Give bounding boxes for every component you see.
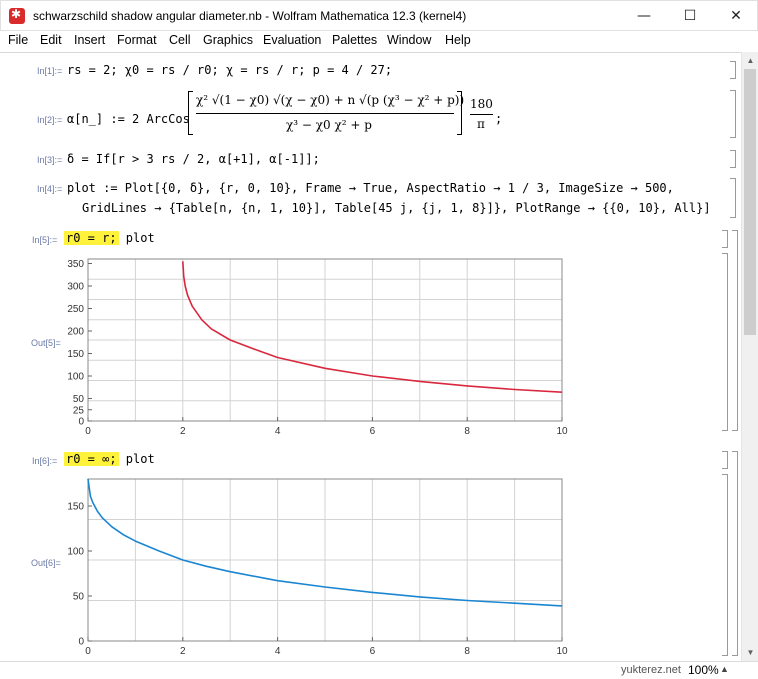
x-tick-label: 8	[464, 646, 470, 657]
scroll-down-arrow-icon[interactable]: ▼	[742, 644, 758, 661]
x-tick-label: 4	[275, 426, 281, 437]
title-bar: schwarzschild shadow angular diameter.nb…	[0, 0, 758, 31]
in2-label: In[2]:=	[37, 115, 63, 125]
menu-help[interactable]: Help	[445, 33, 471, 47]
scroll-thumb[interactable]	[744, 69, 756, 335]
x-tick-label: 2	[180, 646, 186, 657]
y-tick-label: 250	[67, 304, 84, 315]
menu-window[interactable]: Window	[387, 33, 431, 47]
y-tick-label: 150	[67, 349, 84, 360]
cell-bracket[interactable]	[730, 90, 736, 138]
x-tick-label: 0	[85, 426, 91, 437]
in2-lhs[interactable]: α[n_] := 2 ArcCos	[67, 112, 190, 126]
y-tick-label: 50	[73, 592, 85, 603]
cell-bracket[interactable]	[730, 61, 736, 79]
in4-line2[interactable]: GridLines → {Table[n, {n, 1, 10}], Table…	[82, 201, 711, 215]
in6-code[interactable]: r0 = ∞; plot	[64, 452, 155, 466]
in4-label: In[4]:=	[37, 184, 63, 194]
cell-bracket[interactable]	[730, 150, 736, 168]
close-button[interactable]: ✕	[713, 1, 758, 31]
plot-out5[interactable]: 02550 100 150 200 250 300 350 0 2 4 6 8 10	[60, 253, 580, 438]
menu-bar: File Edit Insert Format Cell Graphics Ev…	[0, 31, 758, 52]
in6-rest: plot	[118, 452, 155, 466]
menu-graphics[interactable]: Graphics	[203, 33, 253, 47]
vertical-scrollbar[interactable]: ▲ ▼	[741, 52, 758, 661]
y-tick-label: 100	[67, 372, 84, 383]
in3-label: In[3]:=	[37, 155, 63, 165]
y-tick-label: 200	[67, 327, 84, 338]
cell-bracket[interactable]	[730, 178, 736, 218]
y-tick-label: 25	[73, 405, 85, 416]
y-tick-label: 0	[78, 637, 84, 648]
group-bracket[interactable]	[732, 230, 738, 431]
out5-label: Out[5]=	[31, 338, 61, 348]
in2-right-bracket	[457, 91, 462, 135]
y-tick-label: 100	[67, 547, 84, 558]
in5-rest: plot	[118, 231, 155, 245]
cell-bracket[interactable]	[722, 451, 728, 469]
group-bracket[interactable]	[732, 451, 738, 656]
in5-highlight: r0 = r;	[64, 231, 119, 245]
notebook[interactable]: In[1]:= rs = 2; χ0 = rs / r0; χ = rs / r…	[0, 52, 741, 661]
in1-code[interactable]: rs = 2; χ0 = rs / r0; χ = rs / r; p = 4 …	[67, 63, 392, 77]
menu-cell[interactable]: Cell	[169, 33, 191, 47]
menu-insert[interactable]: Insert	[74, 33, 105, 47]
status-bar: yukterez.net 100% ▲	[0, 661, 758, 679]
x-tick-label: 4	[275, 646, 281, 657]
plot-out6[interactable]: 0 50 100 150 0 2 4 6 8 10	[60, 473, 580, 658]
in2-factor-numerator: 180	[470, 97, 493, 111]
factor-fraction-line	[470, 114, 493, 115]
y-tick-label: 150	[67, 502, 84, 513]
x-tick-label: 6	[370, 646, 376, 657]
menu-format[interactable]: Format	[117, 33, 157, 47]
in1-label: In[1]:=	[37, 66, 63, 76]
mathematica-icon	[9, 7, 25, 24]
in2-factor-denominator: π	[477, 117, 485, 131]
maximize-button[interactable]: ☐	[667, 1, 713, 31]
cell-bracket[interactable]	[722, 253, 728, 431]
in5-code[interactable]: r0 = r; plot	[64, 231, 155, 245]
in2-numerator: χ² √(1 − χ0) √(χ − χ0) + n √(p (χ³ − χ² …	[196, 93, 465, 107]
x-tick-label: 8	[464, 426, 470, 437]
y-tick-label: 50	[73, 394, 85, 405]
x-tick-label: 6	[370, 426, 376, 437]
in3-code[interactable]: δ = If[r > 3 rs / 2, α[+1], α[-1]];	[67, 152, 320, 166]
in2-semicolon: ;	[495, 112, 503, 126]
watermark: yukterez.net	[621, 664, 681, 676]
x-tick-label: 10	[556, 426, 568, 437]
out6-label: Out[6]=	[31, 558, 61, 568]
zoom-menu-icon[interactable]: ▲	[720, 664, 729, 674]
x-tick-label: 2	[180, 426, 186, 437]
in6-highlight: r0 = ∞;	[64, 452, 119, 466]
cell-bracket[interactable]	[722, 230, 728, 248]
in6-label: In[6]:=	[32, 456, 58, 466]
window-title: schwarzschild shadow angular diameter.nb…	[33, 9, 467, 23]
fraction-line	[196, 113, 454, 114]
menu-edit[interactable]: Edit	[40, 33, 62, 47]
x-tick-label: 10	[556, 646, 568, 657]
in2-denominator: χ³ − χ0 χ² + p	[286, 118, 372, 132]
in4-line1[interactable]: plot := Plot[{0, δ}, {r, 0, 10}, Frame →…	[67, 181, 674, 195]
menu-palettes[interactable]: Palettes	[332, 33, 377, 47]
scroll-up-arrow-icon[interactable]: ▲	[742, 52, 758, 69]
zoom-level[interactable]: 100%	[688, 663, 719, 677]
y-tick-label: 0	[78, 417, 84, 428]
in2-left-bracket	[188, 91, 193, 135]
y-tick-label: 350	[67, 259, 84, 270]
minimize-button[interactable]: —	[621, 1, 667, 31]
menu-file[interactable]: File	[8, 33, 28, 47]
menu-evaluation[interactable]: Evaluation	[263, 33, 321, 47]
cell-bracket[interactable]	[722, 474, 728, 656]
y-tick-label: 300	[67, 282, 84, 293]
in5-label: In[5]:=	[32, 235, 58, 245]
x-tick-label: 0	[85, 646, 91, 657]
